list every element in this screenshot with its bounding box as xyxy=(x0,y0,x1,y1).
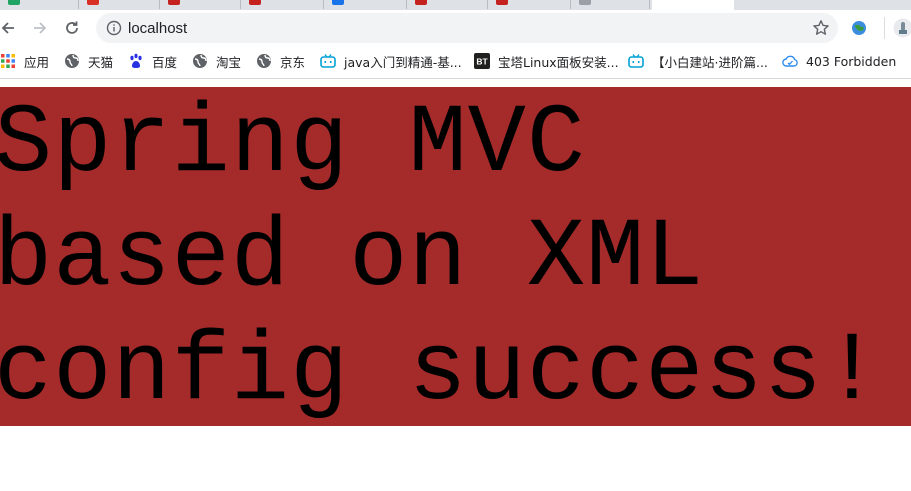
bookmarks-bar: 应用 天猫 百度 淘宝 京东 java入门到精通-基... BT 宝塔Linux… xyxy=(0,46,911,76)
back-button[interactable] xyxy=(0,14,22,42)
browser-tab[interactable] xyxy=(241,0,324,9)
bookmark-star-icon[interactable] xyxy=(812,19,830,37)
bilibili-tv-icon xyxy=(628,54,644,68)
globe-icon xyxy=(65,54,79,68)
tab-favicon xyxy=(8,0,20,5)
page-heading: Spring MVC based on XML config success! xyxy=(0,88,911,430)
globe-icon xyxy=(193,54,207,68)
page-viewport: Spring MVC based on XML config success! xyxy=(0,79,911,491)
browser-tab[interactable] xyxy=(160,0,241,9)
tab-favicon xyxy=(168,0,180,5)
browser-toolbar: localhost xyxy=(0,10,911,46)
heading-line: based on XML xyxy=(0,204,705,314)
reload-icon xyxy=(66,21,78,34)
browser-tab[interactable] xyxy=(79,0,160,9)
toolbar-separator xyxy=(884,17,885,39)
browser-tab[interactable] xyxy=(407,0,488,9)
bookmark-bt-panel[interactable]: BT 宝塔Linux面板安装... xyxy=(474,52,619,70)
bookmark-label: 【小白建站·进阶篇... xyxy=(652,54,768,70)
tab-favicon xyxy=(415,0,427,5)
heading-line: Spring MVC xyxy=(0,90,587,200)
bookmark-apps[interactable]: 应用 xyxy=(0,52,49,70)
tab-favicon xyxy=(579,0,591,5)
tab-favicon xyxy=(87,0,99,5)
tab-favicon xyxy=(249,0,261,5)
globe-icon xyxy=(257,54,271,68)
browser-tab[interactable] xyxy=(324,0,407,9)
forward-arrow-icon xyxy=(34,22,47,34)
bookmark-tmall[interactable]: 天猫 xyxy=(64,52,113,70)
bookmark-taobao[interactable]: 淘宝 xyxy=(192,52,241,70)
address-bar[interactable]: localhost xyxy=(96,13,838,43)
baidu-paw-icon xyxy=(130,53,142,68)
bookmark-label: 百度 xyxy=(152,54,178,70)
bookmark-jd[interactable]: 京东 xyxy=(256,52,305,70)
success-banner: Spring MVC based on XML config success! xyxy=(0,87,911,428)
tab-favicon xyxy=(496,0,508,5)
back-arrow-icon xyxy=(1,22,14,34)
forward-button[interactable] xyxy=(26,14,54,42)
tab-favicon xyxy=(332,0,344,5)
bookmark-label: 淘宝 xyxy=(216,54,242,70)
bookmark-java-course[interactable]: java入门到精通-基... xyxy=(320,52,462,70)
bilibili-tv-icon xyxy=(320,54,336,68)
browser-tab[interactable] xyxy=(571,0,650,9)
bookmark-label: 天猫 xyxy=(88,54,114,70)
bookmark-label: 应用 xyxy=(24,54,50,70)
svg-text:BT: BT xyxy=(476,57,488,67)
bookmark-site-building[interactable]: 【小白建站·进阶篇... xyxy=(628,52,768,70)
profile-avatar-icon[interactable] xyxy=(893,18,911,38)
apps-grid-icon xyxy=(1,54,15,68)
tab-strip xyxy=(0,0,911,10)
bookmark-label: 京东 xyxy=(280,54,306,70)
bt-logo-icon: BT xyxy=(474,53,490,69)
heading-line: config success! xyxy=(0,318,883,428)
bookmark-label: 宝塔Linux面板安装... xyxy=(498,54,619,70)
bookmark-baidu[interactable]: 百度 xyxy=(128,52,177,70)
active-tab[interactable] xyxy=(652,0,734,10)
bookmark-label: java入门到精通-基... xyxy=(344,54,462,70)
bookmark-label: 403 Forbidden xyxy=(806,53,897,69)
address-bar-url[interactable]: localhost xyxy=(128,20,187,37)
browser-tab[interactable] xyxy=(0,0,79,9)
reload-button[interactable] xyxy=(58,14,86,42)
cloud-icon xyxy=(782,55,798,67)
bookmark-403-forbidden[interactable]: 403 Forbidden xyxy=(782,52,896,70)
extension-globe-icon[interactable] xyxy=(850,19,868,37)
site-info-icon[interactable] xyxy=(106,20,122,36)
browser-tab[interactable] xyxy=(488,0,571,9)
